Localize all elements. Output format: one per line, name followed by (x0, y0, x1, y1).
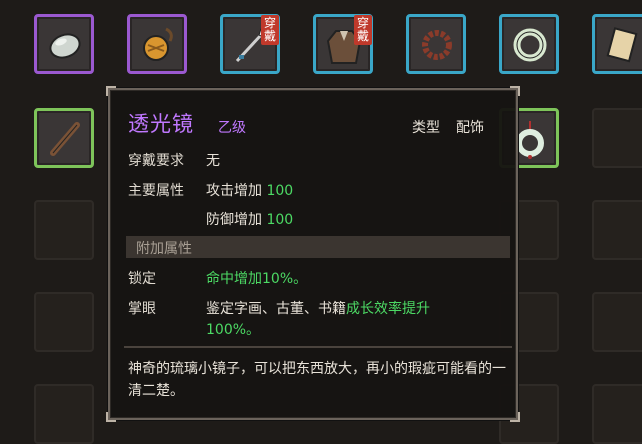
extra-attributes-label: 附加属性 (136, 241, 192, 257)
inventory-slot-empty[interactable] (34, 292, 94, 352)
equipped-badge: 穿戴 (354, 15, 372, 45)
item-type-label: 类型 (412, 120, 440, 136)
extra-attribute-label: 掌眼 (128, 301, 156, 317)
tooltip-divider (124, 346, 512, 348)
jade-stone-icon (49, 33, 81, 59)
extra-attributes-header: 附加属性 (126, 236, 510, 258)
item-name: 透光镜 (128, 112, 194, 136)
inventory-slot-empty[interactable] (592, 292, 642, 352)
extra-attribute-text: 鉴定字画、古董、书籍成长效率提升 (206, 298, 430, 318)
extra-attribute-text: 命中增加10%。 (206, 271, 308, 287)
tooltip-corner (510, 86, 520, 96)
item-type-value: 配饰 (456, 120, 484, 136)
item-tooltip: 透光镜 乙级 类型 配饰 穿戴要求 无 主要属性 攻击增加 100 防御增加 1… (106, 86, 520, 422)
wooden-stick-icon (50, 122, 80, 156)
attribute-name: 攻击增加 (206, 183, 267, 199)
equip-requirement-value: 无 (206, 153, 220, 169)
inventory-slot-empty[interactable] (592, 108, 642, 168)
attribute-value: 100 (266, 183, 294, 199)
inventory-slot-empty[interactable] (34, 200, 94, 260)
prayer-beads-icon (422, 30, 452, 60)
inventory-slot-robe[interactable]: 穿戴 (313, 14, 373, 74)
tooltip-corner (106, 86, 116, 96)
inventory-slot-jade-stone[interactable] (34, 14, 94, 74)
item-grade: 乙级 (218, 120, 246, 136)
main-attributes-label: 主要属性 (128, 183, 184, 199)
equip-requirement-label: 穿戴要求 (128, 153, 184, 169)
inventory-slot-jade-ring[interactable] (499, 14, 559, 74)
inventory-slot-gold-pouch[interactable] (127, 14, 187, 74)
main-attribute-defense: 防御增加 100 (206, 209, 293, 229)
extra-attribute-text-main: 鉴定字画、古董、书籍 (206, 301, 346, 317)
item-description: 神奇的琉璃小镜子，可以把东西放大，再小的瑕疵可能看的一清二楚。 (128, 361, 506, 399)
extra-attribute-text-highlight: 成长效率提升 (346, 301, 430, 317)
gold-pouch-icon (143, 27, 173, 61)
extra-attribute-label: 锁定 (128, 271, 156, 287)
inventory-slot-empty[interactable] (592, 200, 642, 260)
attribute-name: 防御增加 (206, 212, 267, 228)
jade-ring-icon (513, 28, 547, 62)
inventory-slot-scroll[interactable] (592, 14, 642, 74)
main-attribute-attack: 攻击增加 100 (206, 180, 293, 200)
attribute-value: 100 (266, 212, 294, 228)
extra-attribute-text-line2: 100%。 (206, 322, 261, 338)
inventory-slot-prayer-beads[interactable] (406, 14, 466, 74)
equipped-badge: 穿戴 (261, 15, 279, 45)
scroll-icon (606, 27, 638, 63)
inventory-slot-spear[interactable]: 穿戴 (220, 14, 280, 74)
inventory-slot-empty[interactable] (34, 384, 94, 444)
tooltip-corner (106, 412, 116, 422)
inventory-slot-empty[interactable] (592, 384, 642, 444)
tooltip-corner (510, 412, 520, 422)
inventory-slot-wooden-stick[interactable] (34, 108, 94, 168)
